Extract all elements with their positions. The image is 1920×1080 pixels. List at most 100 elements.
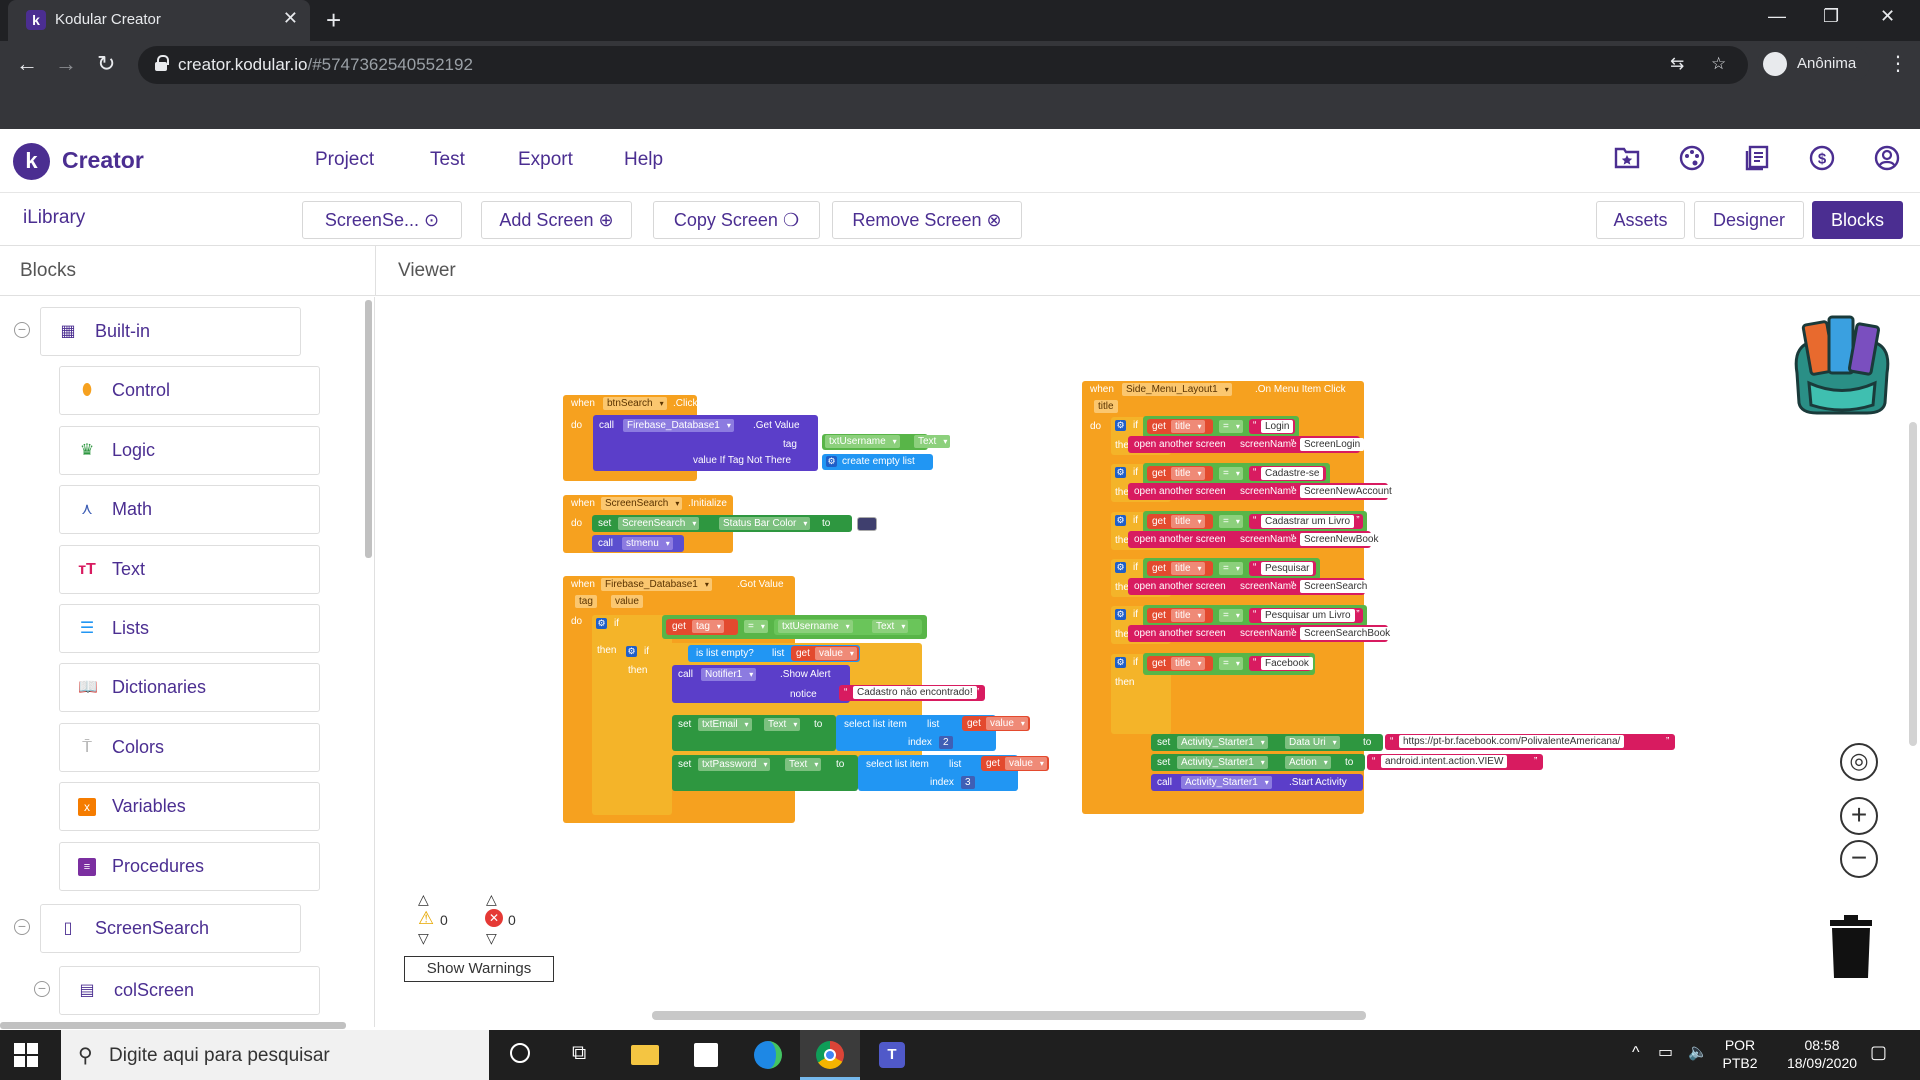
language-indicator[interactable]: POR PTB2 [1720, 1036, 1760, 1072]
palette-horizontal-scrollbar[interactable] [0, 1022, 346, 1029]
palette-math[interactable]: ⋏ Math [59, 485, 320, 534]
palette-text[interactable]: ᴛT Text [59, 545, 320, 594]
get-title-block[interactable]: get title [1147, 514, 1213, 529]
set-statusbar-color-block[interactable]: set ScreenSearch Status Bar Color to [592, 515, 852, 532]
create-empty-list-block[interactable]: ⚙ create empty list [822, 454, 933, 470]
get-title-block[interactable]: get title [1147, 561, 1213, 576]
text-title-literal-block[interactable]: “ Pesquisar ” [1249, 561, 1316, 576]
property-dropdown[interactable]: Text [785, 758, 822, 771]
back-arrow-icon[interactable]: ← [16, 51, 38, 77]
var-dropdown[interactable]: tag [692, 620, 724, 633]
palette-colors[interactable]: ⍑ Colors [59, 723, 320, 772]
mutator-gear-icon[interactable]: ⚙ [1115, 467, 1126, 478]
text-fb-url-block[interactable]: “ https://pt-br.facebook.com/Polivalente… [1385, 734, 1675, 750]
menu-case-compare-block[interactable]: get title = “ Pesquisar ” [1143, 558, 1320, 580]
zoom-out-button[interactable]: − [1840, 840, 1878, 878]
guide-book-icon[interactable] [1742, 145, 1772, 175]
workspace-vertical-scrollbar[interactable] [1909, 422, 1917, 746]
windows-start-icon[interactable] [14, 1043, 38, 1067]
recenter-target-icon[interactable]: ◎ [1840, 743, 1878, 781]
activity-dropdown[interactable]: Activity_Starter1 [1177, 736, 1268, 749]
text-literal-field[interactable]: android.intent.action.VIEW [1381, 755, 1508, 768]
menu-export[interactable]: Export [518, 149, 573, 171]
assets-button[interactable]: Assets [1596, 201, 1685, 239]
mutator-gear-icon[interactable]: ⚙ [1115, 657, 1126, 668]
set-txtpassword-block[interactable]: set txtPassword Text to [672, 755, 858, 791]
open-another-screen-block[interactable]: open another screen screenName “ ScreenS… [1128, 625, 1395, 642]
notifier-dropdown[interactable]: Notifier1 [701, 668, 757, 681]
palette-variables[interactable]: x Variables [59, 782, 320, 831]
operator-dropdown[interactable]: = [1219, 657, 1243, 670]
is-list-empty-block[interactable]: is list empty? list get value [688, 645, 860, 662]
operator-dropdown[interactable]: = [1219, 609, 1243, 622]
firebase-dropdown[interactable]: Firebase_Database1 [623, 419, 734, 432]
browser-menu-icon[interactable]: ⋮ [1888, 51, 1908, 76]
text-literal-field[interactable]: Cadastre-se [1261, 467, 1324, 480]
add-screen-button[interactable]: Add Screen ⊕ [481, 201, 632, 239]
get-value-block[interactable]: get value [791, 646, 859, 661]
kodular-logo-icon[interactable]: k [13, 143, 50, 180]
get-value-block[interactable]: get value [962, 716, 1030, 731]
designer-button[interactable]: Designer [1694, 201, 1804, 239]
call-firebase-getvalue-block[interactable]: call Firebase_Database1 .Get Value tag v… [593, 415, 818, 471]
forward-arrow-icon[interactable]: → [55, 51, 77, 77]
palette-vertical-scrollbar[interactable] [365, 300, 372, 558]
property-dropdown[interactable]: Data Uri [1285, 736, 1340, 749]
property-dropdown[interactable]: Status Bar Color [719, 517, 811, 530]
text-title-literal-block[interactable]: “ Login ” [1249, 419, 1295, 434]
var-dropdown[interactable]: title [1171, 657, 1205, 670]
get-title-block[interactable]: get title [1147, 466, 1213, 481]
text-title-literal-block[interactable]: “ Cadastrar um Livro ” [1249, 514, 1363, 529]
set-activity-action-block[interactable]: set Activity_Starter1 Action to [1151, 754, 1365, 771]
taskbar-search-box[interactable]: ⚲ Digite aqui para pesquisar [61, 1030, 489, 1080]
workspace-horizontal-scrollbar[interactable] [652, 1011, 1366, 1020]
blocks-workspace[interactable]: when btnSearch .Click do call Firebase_D… [376, 297, 1920, 1030]
get-tag-block[interactable]: get tag [666, 619, 738, 635]
component-dropdown[interactable]: btnSearch [603, 397, 667, 410]
color-swatch-block[interactable] [857, 517, 877, 531]
component-dropdown[interactable]: txtEmail [698, 718, 752, 731]
tray-expand-icon[interactable]: ^ [1632, 1044, 1640, 1062]
screen-tree-node[interactable]: ▯ ScreenSearch [40, 904, 301, 953]
reload-icon[interactable]: ↻ [97, 51, 115, 77]
trash-can-icon[interactable] [1828, 914, 1874, 980]
browser-tab[interactable]: k Kodular Creator ✕ [8, 0, 310, 41]
open-another-screen-block[interactable]: open another screen screenName “ ScreenL… [1128, 436, 1365, 453]
text-literal-field[interactable]: Pesquisar um Livro [1261, 609, 1355, 622]
var-dropdown[interactable]: value [815, 647, 857, 660]
var-dropdown[interactable]: value [1005, 757, 1047, 770]
mutator-gear-icon[interactable]: ⚙ [1115, 420, 1126, 431]
minimize-button[interactable]: — [1768, 6, 1786, 27]
mutator-gear-icon[interactable]: ⚙ [1115, 515, 1126, 526]
call-stmenu-block[interactable]: call stmenu [592, 535, 684, 552]
palette-procedures[interactable]: ≡ Procedures [59, 842, 320, 891]
property-dropdown[interactable]: Text [764, 718, 801, 731]
var-dropdown[interactable]: title [1171, 515, 1205, 528]
set-txtemail-block[interactable]: set txtEmail Text to [672, 715, 836, 751]
text-literal-field[interactable]: Pesquisar [1261, 562, 1314, 575]
gallery-palette-icon[interactable] [1677, 145, 1707, 175]
operator-dropdown[interactable]: = [744, 620, 768, 633]
get-title-block[interactable]: get title [1147, 608, 1213, 623]
call-start-activity-block[interactable]: call Activity_Starter1 .Start Activity [1151, 774, 1363, 791]
warning-prev-arrow-icon[interactable]: △ [418, 891, 429, 908]
open-another-screen-block[interactable]: open another screen screenName “ ScreenS… [1128, 578, 1372, 595]
remove-screen-button[interactable]: Remove Screen ⊗ [832, 201, 1022, 239]
compare-eq-block[interactable]: get tag = txtUsername Text [662, 615, 927, 639]
var-dropdown[interactable]: title [1171, 562, 1205, 575]
number-literal[interactable]: 3 [961, 776, 975, 789]
activity-dropdown[interactable]: Activity_Starter1 [1177, 756, 1268, 769]
warning-next-arrow-icon[interactable]: ▽ [418, 930, 429, 947]
operator-dropdown[interactable]: = [1219, 562, 1243, 575]
billing-dollar-icon[interactable]: $ [1807, 145, 1837, 175]
text-literal-field[interactable]: ScreenSearchBook [1300, 627, 1395, 640]
property-dropdown[interactable]: Action [1285, 756, 1331, 769]
store-button[interactable] [676, 1030, 736, 1080]
file-explorer-button[interactable] [614, 1030, 674, 1080]
menu-project[interactable]: Project [315, 149, 374, 171]
show-warnings-button[interactable]: Show Warnings [404, 956, 554, 982]
mutator-gear-icon[interactable]: ⚙ [826, 456, 837, 467]
menu-case-compare-block[interactable]: get title = “ Cadastre-se ” [1143, 463, 1331, 485]
palette-lists[interactable]: ☰ Lists [59, 604, 320, 653]
mutator-gear-icon[interactable]: ⚙ [1115, 562, 1126, 573]
